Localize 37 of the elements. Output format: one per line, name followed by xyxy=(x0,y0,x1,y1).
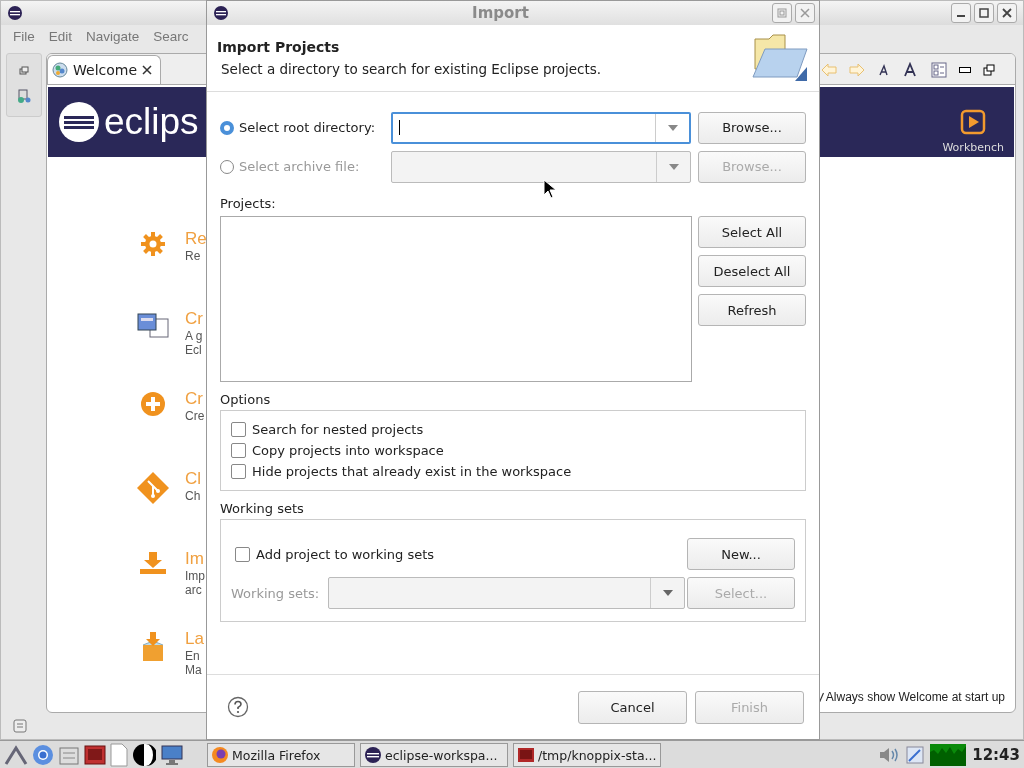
welcome-description: Ch xyxy=(185,489,202,503)
dialog-title: Import xyxy=(472,4,529,22)
checkbox[interactable]: Search for nested projects xyxy=(231,421,795,439)
dialog-button[interactable]: Cancel xyxy=(578,690,687,724)
welcome-tab[interactable]: Welcome xyxy=(47,55,162,84)
welcome-description: Re xyxy=(185,249,202,263)
welcome-description: Ma xyxy=(185,663,203,677)
welcome-description: arc xyxy=(185,583,203,597)
project-action-button[interactable]: Select All xyxy=(698,216,806,248)
dialog-description: Select a directory to search for existing Eclipse projects. xyxy=(220,61,602,77)
options-label: Options xyxy=(220,392,272,409)
browse-button[interactable]: Browse... xyxy=(698,111,806,144)
logo-text: eclips xyxy=(104,100,199,144)
project-action-button[interactable]: Refresh xyxy=(698,294,806,326)
workbench-label[interactable]: Workbench xyxy=(942,140,1004,154)
taskbar-button[interactable]: Mozilla Firefox xyxy=(207,743,355,767)
menu-item[interactable]: Edit xyxy=(48,28,73,44)
taskbar-button[interactable]: eclipse-workspa... xyxy=(360,743,508,767)
welcome-description: Ecl xyxy=(185,343,203,357)
working-sets-field-label: Working sets: xyxy=(231,585,321,601)
projects-label: Projects: xyxy=(220,196,277,213)
clock[interactable]: 12:43 xyxy=(972,746,1020,764)
working-sets-label: Working sets xyxy=(220,501,305,518)
checkbox[interactable]: Copy projects into workspace xyxy=(231,441,795,460)
welcome-description: En xyxy=(185,649,201,663)
welcome-description: Imp xyxy=(185,569,205,583)
menu-item[interactable]: Navigate xyxy=(86,28,140,44)
menu-item[interactable]: Searc xyxy=(153,28,189,44)
taskbar-button[interactable]: /tmp/knoppix-sta... xyxy=(513,743,661,767)
project-action-button[interactable]: Deselect All xyxy=(698,255,806,287)
radio-button[interactable]: Select root directory: xyxy=(220,120,391,135)
menu-item[interactable]: File xyxy=(13,28,35,44)
welcome-description: Cre xyxy=(185,409,205,423)
checkbox[interactable]: Hide projects that already exist in the workspace xyxy=(231,462,795,480)
dialog-heading: Import Projects xyxy=(217,39,341,55)
welcome-description: A g xyxy=(185,329,203,343)
always-show-label[interactable]: Always show Welcome at start up xyxy=(825,690,1005,704)
